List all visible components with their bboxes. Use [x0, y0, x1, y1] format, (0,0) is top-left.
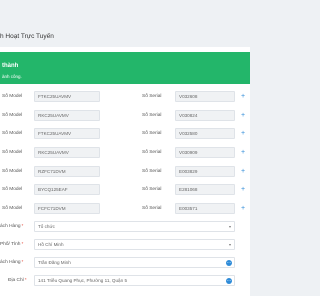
- model-input[interactable]: RKC25UAVMV: [34, 147, 100, 158]
- serial-input[interactable]: V030824: [175, 110, 235, 121]
- serial-label: Số Serial: [142, 113, 162, 118]
- customer-name-input[interactable]: Trần Đăng Minh ⋯: [34, 257, 235, 268]
- model-input[interactable]: BYCQ125EAF: [34, 184, 100, 195]
- serial-input[interactable]: V030909: [175, 147, 235, 158]
- model-input[interactable]: RKC25UAVMV: [34, 110, 100, 121]
- banner-message: ành công.: [2, 74, 22, 79]
- model-input[interactable]: FTKC25UAVMV: [34, 91, 100, 102]
- autofill-icon[interactable]: ⋯: [226, 259, 232, 266]
- address-input[interactable]: 141 Triều Quang Phục, Phường 11, Quận 5 …: [34, 275, 235, 286]
- customer-type-select[interactable]: Tổ chức ▾: [34, 221, 235, 232]
- add-row-icon[interactable]: +: [241, 166, 245, 177]
- serial-label: Số Serial: [142, 150, 162, 155]
- serial-label: Số Serial: [142, 206, 162, 211]
- add-row-icon[interactable]: +: [241, 91, 245, 102]
- customer-type-label: ách Hàng*: [0, 224, 24, 229]
- add-row-icon[interactable]: +: [241, 110, 245, 121]
- add-row-icon[interactable]: +: [241, 147, 245, 158]
- serial-input[interactable]: E003829: [175, 166, 235, 177]
- serial-label: Số Serial: [142, 169, 162, 174]
- serial-label: Số Serial: [142, 131, 162, 136]
- model-label: Số Model: [2, 150, 23, 155]
- serial-input[interactable]: E281068: [175, 184, 235, 195]
- chevron-down-icon: ▾: [228, 242, 231, 247]
- city-select[interactable]: Hồ Chí Minh ▾: [34, 239, 235, 250]
- customer-name-label: ách Hàng*: [0, 260, 24, 265]
- serial-input[interactable]: V032580: [175, 128, 235, 139]
- serial-input[interactable]: V032608: [175, 91, 235, 102]
- model-label: Số Model: [2, 94, 23, 99]
- model-label: Số Model: [2, 169, 23, 174]
- chevron-down-icon: ▾: [228, 224, 231, 229]
- serial-input[interactable]: E003571: [175, 203, 235, 214]
- model-input[interactable]: FTKC25UAVMV: [34, 128, 100, 139]
- page-title: h Hoạt Trực Tuyến: [0, 33, 54, 40]
- model-label: Số Model: [2, 206, 23, 211]
- model-label: Số Model: [2, 131, 23, 136]
- model-label: Số Model: [2, 113, 23, 118]
- model-input[interactable]: FCFC71DVM: [34, 203, 100, 214]
- add-row-icon[interactable]: +: [241, 184, 245, 195]
- serial-label: Số Serial: [142, 94, 162, 99]
- success-banner: thành ành công.: [0, 52, 250, 84]
- city-label: Phố/ Tỉnh*: [0, 242, 24, 247]
- add-row-icon[interactable]: +: [241, 203, 245, 214]
- add-row-icon[interactable]: +: [241, 128, 245, 139]
- model-input[interactable]: RZFC71DVM: [34, 166, 100, 177]
- serial-label: Số Serial: [142, 187, 162, 192]
- autofill-icon[interactable]: ⋯: [226, 277, 232, 284]
- banner-title: thành: [2, 63, 19, 69]
- address-label: Địa Chỉ*: [8, 278, 27, 283]
- activation-card: thành ành công. Số Model FTKC25UAVMV Số …: [0, 47, 250, 296]
- model-label: Số Model: [2, 187, 23, 192]
